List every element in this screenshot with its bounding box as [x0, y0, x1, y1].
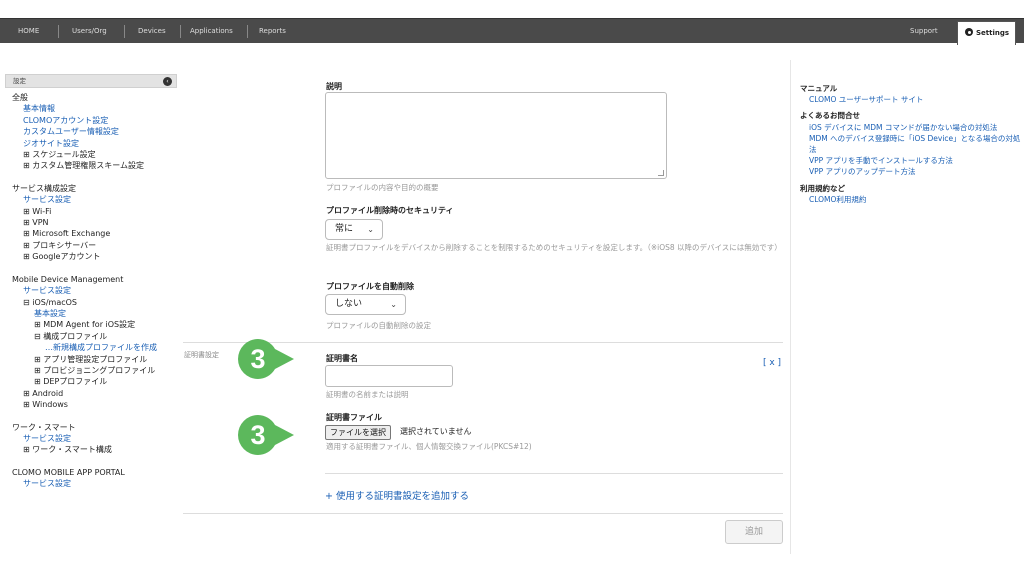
- description-textarea[interactable]: [325, 92, 667, 179]
- security-label: プロファイル削除時のセキュリティ: [326, 206, 454, 215]
- sidebar-item[interactable]: サービス設定: [12, 194, 177, 205]
- description-label: 説明: [326, 82, 342, 91]
- sidebar-item[interactable]: ジオサイト設定: [12, 138, 177, 149]
- chevron-down-icon: ⌄: [390, 300, 397, 309]
- add-cert-link[interactable]: + 使用する証明書設定を追加する: [325, 488, 469, 502]
- sidebar-section-title: 全般: [12, 93, 28, 102]
- sidebar-section-title: CLOMO MOBILE APP PORTAL: [12, 467, 125, 477]
- autodelete-hint: プロファイルの自動削除の設定: [326, 321, 431, 330]
- sidebar-item[interactable]: 基本設定: [12, 308, 177, 319]
- main-form: 説明 プロファイルの内容や目的の概要 プロファイル削除時のセキュリティ 常に ⌄…: [183, 74, 783, 554]
- sidebar-item[interactable]: ⊞ Android: [12, 388, 177, 399]
- nav-home[interactable]: HOME: [18, 19, 39, 44]
- security-select[interactable]: 常に ⌄: [325, 219, 383, 240]
- sidebar-section-title: Mobile Device Management: [12, 274, 124, 284]
- sidebar-section-title: サービス構成設定: [12, 183, 76, 193]
- cert-name-hint: 証明書の名前または説明: [326, 390, 409, 399]
- sidebar-item[interactable]: ⊞ プロビジョニングプロファイル: [12, 365, 177, 376]
- collapse-icon[interactable]: ‹: [163, 77, 172, 86]
- sidebar-item[interactable]: カスタムユーザー情報設定: [12, 126, 177, 137]
- sidebar-item[interactable]: ⊞ Googleアカウント: [12, 251, 177, 262]
- settings-label: Settings: [976, 29, 1010, 37]
- manual-link[interactable]: CLOMO ユーザーサポート サイト: [800, 94, 1024, 105]
- sidebar-item[interactable]: ⊞ Wi-Fi: [12, 206, 177, 217]
- settings-sidebar: 設定 ‹ 全般 基本情報 CLOMOアカウント設定 カスタムユーザー情報設定 ジオサイト…: [5, 74, 177, 554]
- nav-separator: [247, 25, 248, 38]
- sidebar-item[interactable]: ⊞ VPN: [12, 217, 177, 228]
- choose-file-button[interactable]: ファイルを選択: [325, 425, 391, 440]
- top-nav: HOME Users/Org Devices Applications Repo…: [0, 18, 1024, 45]
- faq-link[interactable]: iOS デバイスに MDM コマンドが届かない場合の対処法: [800, 122, 1024, 133]
- file-status: 選択されていません: [400, 427, 472, 436]
- nav-users-org[interactable]: Users/Org: [72, 19, 107, 44]
- sidebar-tree: 全般 基本情報 CLOMOアカウント設定 カスタムユーザー情報設定 ジオサイト設定 ⊞ ス…: [5, 88, 177, 490]
- sidebar-item[interactable]: サービス設定: [12, 285, 177, 296]
- nav-separator: [58, 25, 59, 38]
- sidebar-item[interactable]: ⊞ プロキシサーバー: [12, 240, 177, 251]
- sidebar-item[interactable]: ⊟ 構成プロファイル: [12, 331, 177, 342]
- autodelete-label: プロファイルを自動削除: [326, 282, 414, 291]
- nav-reports[interactable]: Reports: [259, 19, 286, 44]
- description-hint: プロファイルの内容や目的の概要: [326, 183, 439, 192]
- callout-shape: 3: [238, 339, 294, 379]
- cert-file-hint: 適用する証明書ファイル、個人情報交換ファイル(PKCS#12): [326, 442, 532, 451]
- sidebar-item[interactable]: ⊞ スケジュール設定: [12, 149, 177, 160]
- sidebar-section-title: ワーク・スマート: [12, 422, 76, 432]
- sidebar-item[interactable]: ⊞ ワーク・スマート構成: [12, 444, 177, 455]
- autodelete-select-value: しない: [335, 299, 363, 309]
- sidebar-header: 設定 ‹: [5, 74, 177, 88]
- sidebar-item[interactable]: 基本情報: [12, 103, 177, 114]
- help-panel: マニュアル CLOMO ユーザーサポート サイト よくあるお問合せ iOS デバ…: [790, 60, 1024, 554]
- sidebar-item[interactable]: サービス設定: [12, 478, 177, 489]
- sidebar-item[interactable]: ⊟ iOS/macOS: [12, 297, 177, 308]
- cert-name-input[interactable]: [325, 365, 453, 387]
- security-hint: 証明書プロファイルをデバイスから削除することを制限するためのセキュリティを設定し…: [326, 243, 782, 252]
- sidebar-item[interactable]: ⊞ Microsoft Exchange: [12, 228, 177, 239]
- security-select-value: 常に: [335, 224, 354, 234]
- cert-file-label: 証明書ファイル: [326, 413, 382, 422]
- sidebar-item[interactable]: ⊞ DEPプロファイル: [12, 376, 177, 387]
- faq-link[interactable]: VPP アプリのアップデート方法: [800, 166, 1024, 177]
- step-callout: 3: [237, 414, 295, 456]
- resize-handle-icon[interactable]: [658, 170, 664, 176]
- callout-number: 3: [250, 420, 265, 450]
- sidebar-item[interactable]: ⊞ MDM Agent for iOS設定: [12, 319, 177, 330]
- chevron-down-icon: ⌄: [367, 225, 374, 234]
- nav-settings-tab[interactable]: Settings: [957, 21, 1016, 45]
- field-divider: [325, 473, 783, 474]
- faq-link[interactable]: MDM へのデバイス登録時に「iOS Device」となる場合の対処法: [800, 133, 1024, 155]
- callout-shape: 3: [238, 415, 294, 455]
- step-callout: 3: [237, 338, 295, 380]
- callout-number: 3: [250, 344, 265, 374]
- sidebar-item[interactable]: ⊞ Windows: [12, 399, 177, 410]
- nav-applications[interactable]: Applications: [190, 19, 233, 44]
- footer-divider: [183, 513, 783, 514]
- terms-heading: 利用規約など: [800, 183, 845, 193]
- sidebar-header-title: 設定: [13, 77, 26, 85]
- add-button[interactable]: 追加: [725, 520, 783, 544]
- remove-cert-button[interactable]: [ x ]: [763, 358, 781, 368]
- faq-heading: よくあるお問合せ: [800, 111, 860, 121]
- sidebar-item[interactable]: CLOMOアカウント設定: [12, 115, 177, 126]
- autodelete-select[interactable]: しない ⌄: [325, 294, 406, 315]
- cert-section-label: 証明書設定: [184, 351, 219, 359]
- terms-link[interactable]: CLOMO利用規約: [800, 194, 1024, 205]
- nav-support[interactable]: Support: [910, 19, 938, 44]
- nav-devices[interactable]: Devices: [138, 19, 166, 44]
- sidebar-item[interactable]: …新規構成プロファイルを作成: [12, 342, 177, 353]
- cert-name-label: 証明書名: [326, 354, 358, 363]
- sidebar-item[interactable]: ⊞ アプリ管理設定プロファイル: [12, 354, 177, 365]
- nav-separator: [180, 25, 181, 38]
- manual-heading: マニュアル: [800, 84, 838, 93]
- nav-separator: [124, 25, 125, 38]
- faq-link[interactable]: VPP アプリを手動でインストールする方法: [800, 155, 1024, 166]
- sidebar-item[interactable]: サービス設定: [12, 433, 177, 444]
- sidebar-item[interactable]: ⊞ カスタム管理権限スキーム設定: [12, 160, 177, 171]
- gear-icon: [965, 28, 973, 36]
